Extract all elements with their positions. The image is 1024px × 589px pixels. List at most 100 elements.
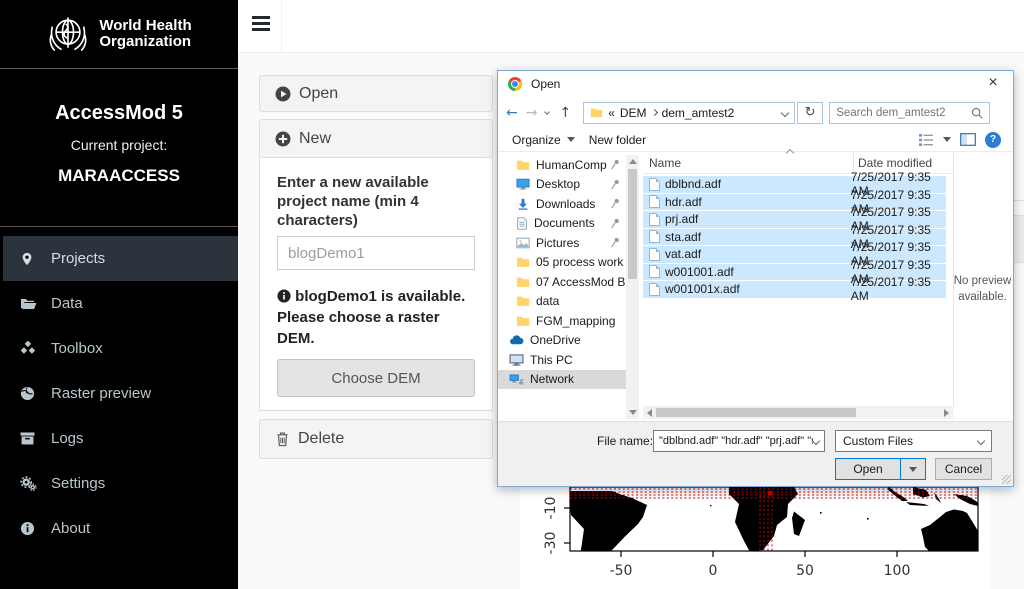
scrollbar-thumb[interactable] — [656, 408, 856, 417]
nav-item-label: FGM_mapping — [536, 314, 615, 328]
topbar — [238, 0, 1024, 53]
nav-item-documents[interactable]: Documents — [498, 214, 626, 234]
search-field[interactable] — [829, 102, 990, 124]
plus-circle-icon — [275, 131, 291, 147]
app-title: AccessMod 5 — [0, 102, 238, 125]
pin-icon — [610, 179, 620, 190]
breadcrumb-current[interactable]: dem_amtest2 — [662, 106, 735, 120]
file-list-scrollbar[interactable] — [643, 406, 953, 419]
availability-message: blogDemo1 is available. Please choose a … — [277, 286, 475, 349]
open-button[interactable]: Open — [835, 458, 926, 480]
play-circle-icon — [275, 86, 291, 102]
open-accordion-label: Open — [299, 85, 338, 103]
nav-item-label: 07 AccessMod B — [536, 275, 625, 289]
file-name: dblbnd.adf — [665, 177, 851, 191]
preview-pane-icon[interactable] — [960, 133, 976, 146]
breadcrumb-parent[interactable]: DEM — [620, 106, 647, 120]
breadcrumb-collapsed[interactable]: « — [608, 106, 615, 120]
sidebar-item-label: Logs — [51, 430, 84, 447]
nav-item-label: This PC — [530, 353, 573, 367]
scrollbar-thumb[interactable] — [628, 169, 637, 279]
hamburger-icon[interactable] — [252, 16, 270, 34]
nav-item-data[interactable]: data — [498, 292, 626, 312]
scroll-right-icon[interactable] — [944, 409, 949, 417]
nav-item-network[interactable]: Network — [498, 370, 626, 390]
cubes-icon — [20, 341, 42, 357]
back-button[interactable]: ← — [506, 105, 518, 121]
nav-item-label: 05 process work — [536, 255, 623, 269]
file-row-w001001x[interactable]: w001001x.adf 7/25/2017 9:35 AM — [643, 281, 946, 298]
file-name-combobox[interactable]: "dblbnd.adf" "hdr.adf" "prj.adf" "st — [653, 430, 825, 452]
y-tick-label: -10 — [543, 497, 559, 520]
column-name[interactable]: Name — [649, 156, 681, 170]
sidebar-item-projects[interactable]: Projects — [0, 236, 238, 281]
nav-item-07-accessmod[interactable]: 07 AccessMod B — [498, 272, 626, 292]
project-name-input[interactable] — [277, 236, 475, 270]
breadcrumb-separator-icon — [651, 109, 658, 116]
file-name: sta.adf — [665, 230, 851, 244]
scroll-up-icon[interactable] — [629, 159, 637, 164]
nav-item-pictures[interactable]: Pictures — [498, 233, 626, 253]
file-name: w001001x.adf — [665, 282, 851, 296]
sidebar-item-raster-preview[interactable]: Raster preview — [0, 371, 238, 416]
sidebar-item-about[interactable]: About — [0, 506, 238, 551]
nav-item-onedrive[interactable]: OneDrive — [498, 331, 626, 351]
resize-grip[interactable] — [1002, 475, 1011, 484]
history-chevron-icon[interactable] — [545, 109, 551, 115]
dialog-footer: File name: "dblbnd.adf" "hdr.adf" "prj.a… — [498, 421, 1013, 486]
nav-item-desktop[interactable]: Desktop — [498, 175, 626, 195]
who-brand-line2: Organization — [99, 34, 191, 51]
column-date-modified[interactable]: Date modified — [858, 156, 932, 170]
breadcrumb-dropdown-icon[interactable] — [781, 108, 789, 116]
sidebar-item-logs[interactable]: Logs — [0, 416, 238, 461]
desktop-icon — [516, 178, 530, 190]
delete-accordion-header[interactable]: Delete — [259, 419, 493, 459]
file-icon — [649, 248, 660, 261]
scroll-down-icon[interactable] — [629, 410, 637, 415]
nav-scrollbar[interactable] — [626, 155, 639, 419]
dialog-title: Open — [531, 77, 560, 91]
open-file-dialog: Open × ← → ↑ « DEM dem_amtest2 ↻ — [497, 70, 1014, 487]
current-project-name: MARAACCESS — [0, 166, 238, 186]
view-list-icon[interactable] — [918, 133, 934, 147]
scroll-left-icon[interactable] — [647, 409, 652, 417]
nav-item-this-pc[interactable]: This PC — [498, 350, 626, 370]
refresh-button[interactable]: ↻ — [797, 102, 823, 124]
search-input[interactable] — [836, 107, 971, 119]
breadcrumb[interactable]: « DEM dem_amtest2 — [583, 102, 795, 124]
background-panel-sliver — [1014, 215, 1024, 263]
file-icon — [649, 265, 660, 278]
folder-icon — [516, 256, 530, 268]
organize-menu[interactable]: Organize — [512, 133, 575, 147]
dialog-addressbar: ← → ↑ « DEM dem_amtest2 ↻ — [498, 97, 1013, 128]
nav-item-05-process-work[interactable]: 05 process work — [498, 253, 626, 273]
sidebar-menu: Projects Data Toolbox Raster preview — [0, 236, 238, 551]
open-accordion-header[interactable]: Open — [259, 75, 493, 112]
sidebar-item-settings[interactable]: Settings — [0, 461, 238, 506]
file-type-select[interactable]: Custom Files — [835, 430, 992, 452]
nav-item-humancomp[interactable]: HumanComp — [498, 155, 626, 175]
nav-item-downloads[interactable]: Downloads — [498, 194, 626, 214]
documents-icon — [516, 217, 528, 230]
cancel-button[interactable]: Cancel — [935, 458, 992, 480]
close-icon[interactable]: × — [973, 71, 1013, 97]
new-folder-label: New folder — [589, 133, 646, 147]
sidebar-item-data[interactable]: Data — [0, 281, 238, 326]
help-icon[interactable]: ? — [985, 132, 1001, 148]
dialog-titlebar[interactable]: Open × — [498, 71, 1013, 97]
new-accordion-header[interactable]: New — [259, 119, 493, 158]
folder-icon — [516, 295, 530, 307]
new-folder-button[interactable]: New folder — [589, 133, 646, 147]
sidebar-item-toolbox[interactable]: Toolbox — [0, 326, 238, 371]
forward-button[interactable]: → — [526, 105, 538, 121]
up-button[interactable]: ↑ — [559, 105, 571, 121]
folder-icon — [590, 107, 603, 118]
preview-line2: available. — [953, 290, 1012, 306]
nav-item-label: Documents — [534, 216, 595, 230]
open-split-caret-icon[interactable] — [900, 459, 925, 479]
info-icon — [277, 289, 291, 303]
choose-dem-button[interactable]: Choose DEM — [277, 359, 475, 397]
view-options-caret-icon[interactable] — [943, 137, 951, 142]
nav-item-fgm-mapping[interactable]: FGM_mapping — [498, 311, 626, 331]
topbar-separator — [281, 0, 282, 53]
